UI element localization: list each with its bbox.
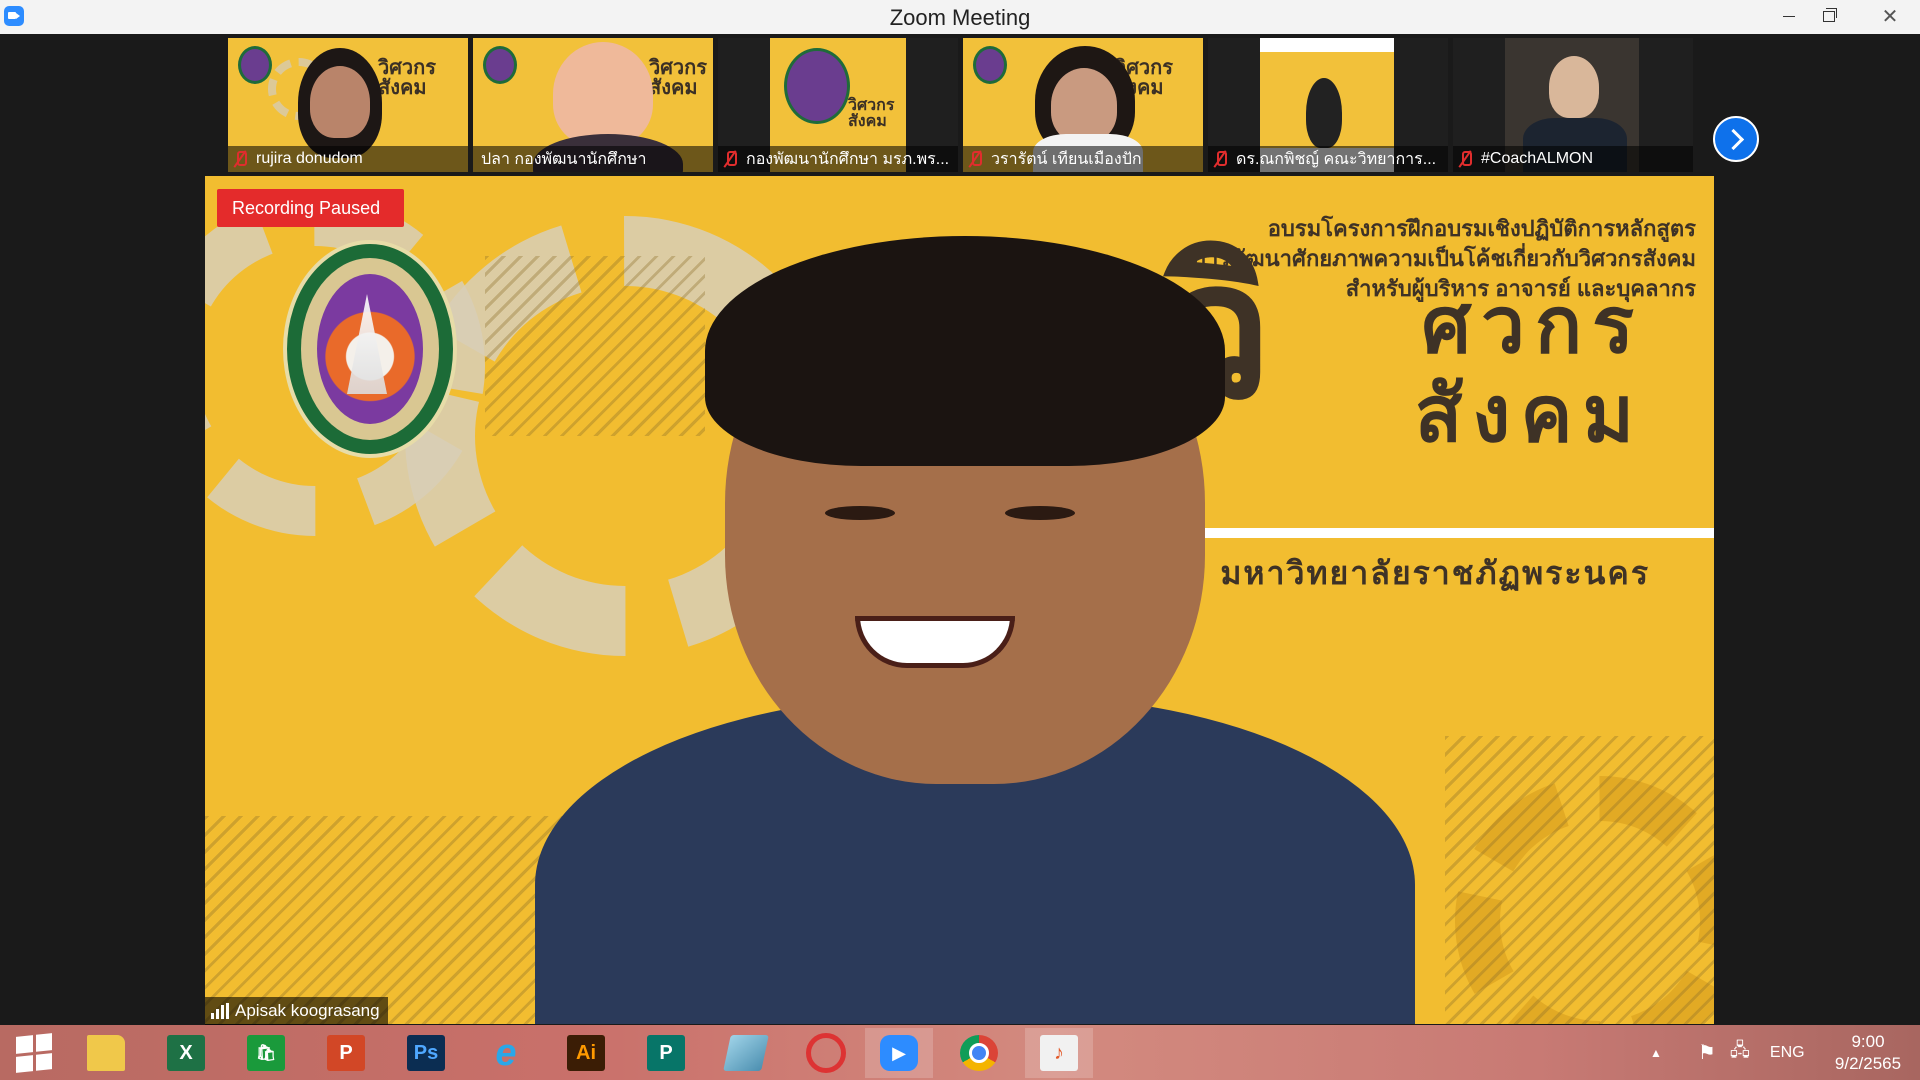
language-indicator[interactable]: ENG (1770, 1044, 1805, 1062)
participant-name: ดร.ณกพิชญ์ คณะวิทยาการ... (1236, 150, 1437, 168)
participant-namebar: กองพัฒนานักศึกษา มรภ.พร... (718, 146, 958, 172)
chrome-icon (960, 1035, 998, 1071)
publisher-icon: P (647, 1035, 685, 1071)
windows-logo-icon (16, 1033, 52, 1073)
recording-status-badge[interactable]: Recording Paused (217, 189, 404, 227)
university-logo-icon (784, 48, 850, 124)
network-icon[interactable]: 🖧 (1730, 1038, 1750, 1068)
participant-namebar: #CoachALMON (1453, 146, 1693, 172)
mic-muted-icon (1457, 150, 1473, 168)
university-logo-icon (238, 46, 272, 84)
taskbar-photoshop[interactable]: Ps (392, 1028, 460, 1078)
folder-icon (87, 1035, 125, 1071)
taskbar-powerpoint[interactable]: P (312, 1028, 380, 1078)
participant-tile[interactable]: วิศวกร สังคม ปลา กองพัฒนานักศึกษา (473, 38, 713, 172)
taskbar-file-explorer[interactable] (72, 1028, 140, 1078)
participant-namebar: ปลา กองพัฒนานักศึกษา (473, 146, 713, 172)
taskbar-photoscape[interactable] (792, 1028, 860, 1078)
show-hidden-icons-icon[interactable]: ▲ (1650, 1046, 1662, 1060)
speaker-eye (825, 506, 895, 520)
mic-muted-icon (232, 150, 248, 168)
speaker-hair (705, 236, 1225, 466)
internet-explorer-icon: e (495, 1031, 517, 1074)
participant-tile[interactable]: วิศวกร สังคม วรารัตน์ เทียนเมืองปัก (963, 38, 1203, 172)
participant-name: กองพัฒนานักศึกษา มรภ.พร... (746, 150, 950, 168)
minimize-icon (1783, 15, 1795, 17)
mic-muted-icon (1212, 150, 1228, 168)
participant-name: #CoachALMON (1481, 150, 1594, 167)
signal-strength-icon (211, 1003, 229, 1019)
participant-tile[interactable]: ดร.ณกพิชญ์ คณะวิทยาการ... (1208, 38, 1448, 172)
participant-tile[interactable]: วิศวกร สังคม กองพัฒนานักศึกษา มรภ.พร... (718, 38, 958, 172)
speaker-name: Apisak koograsang (235, 1001, 380, 1020)
windows-taskbar: X 🛍 P Ps e Ai P ▶ ♪ ▲ ⚑ 🖧 ENG 9:00 9/2/2… (0, 1025, 1920, 1080)
participant-namebar: วรารัตน์ เทียนเมืองปัก (963, 146, 1203, 172)
participant-name: rujira donudom (256, 150, 363, 167)
taskbar-photos[interactable]: ♪ (1025, 1028, 1093, 1078)
decorative-stripes (1445, 736, 1714, 1024)
powerpoint-icon: P (327, 1035, 365, 1071)
clock-date: 9/2/2565 (1834, 1054, 1902, 1073)
photoscape-icon (806, 1033, 846, 1073)
excel-icon: X (167, 1035, 205, 1071)
taskbar-zoom[interactable]: ▶ (865, 1028, 933, 1078)
participant-name: ปลา กองพัฒนานักศึกษา (481, 150, 647, 168)
brand-title: ศวกร สังคม (1415, 281, 1644, 459)
speaker-eye (1005, 506, 1075, 520)
taskbar-publisher[interactable]: P (632, 1028, 700, 1078)
brand-mark: วิศวกร สังคม (378, 57, 437, 99)
brand-line: ศวกร (1421, 281, 1644, 369)
taskbar-chrome[interactable] (945, 1028, 1013, 1078)
active-speaker-video[interactable]: อบรมโครงการฝึกอบรมเชิงปฏิบัติการหลักสูตร… (205, 176, 1714, 1024)
system-tray: ▲ ⚑ 🖧 ENG (1640, 1025, 1805, 1080)
decorative-stripes (485, 256, 705, 436)
window-title: Zoom Meeting (889, 5, 1031, 30)
taskbar-notes[interactable] (712, 1028, 780, 1078)
university-logo-icon (973, 46, 1007, 84)
speaker-name-label: Apisak koograsang (205, 997, 388, 1025)
next-page-button[interactable] (1713, 116, 1759, 162)
close-icon: ✕ (1881, 5, 1899, 28)
university-logo-icon (483, 46, 517, 84)
brand-line: สังคม (1414, 370, 1644, 458)
divider (1165, 528, 1714, 538)
taskbar-internet-explorer[interactable]: e (472, 1028, 540, 1078)
chevron-right-icon (1722, 128, 1745, 150)
participant-name: วรารัตน์ เทียนเมืองปัก (991, 150, 1142, 168)
participant-strip: วิศวกร สังคม rujira donudom วิศวกร สังคม ป… (0, 34, 1920, 174)
taskbar-clock[interactable]: 9:00 9/2/2565 (1818, 1031, 1918, 1075)
maximize-button[interactable] (1806, 0, 1852, 32)
participant-namebar: ดร.ณกพิชญ์ คณะวิทยาการ... (1208, 146, 1448, 172)
restore-icon (1823, 7, 1837, 22)
zoom-icon: ▶ (880, 1035, 918, 1071)
brand-mark: วิศวกร สังคม (848, 97, 895, 130)
taskbar-excel[interactable]: X (152, 1028, 220, 1078)
participant-namebar: rujira donudom (228, 146, 468, 172)
action-center-flag-icon[interactable]: ⚑ (1698, 1040, 1716, 1065)
photoshop-icon: Ps (407, 1035, 445, 1071)
illustrator-icon: Ai (567, 1035, 605, 1071)
university-logo (283, 240, 457, 458)
participant-tile[interactable]: วิศวกร สังคม rujira donudom (228, 38, 468, 172)
university-name: มหาวิทยาลัยราชภัฏพระนคร (1220, 555, 1650, 591)
close-button[interactable]: ✕ (1860, 0, 1920, 32)
mic-muted-icon (722, 150, 738, 168)
participant-face (1051, 68, 1117, 142)
participant-face (1549, 56, 1599, 118)
participant-tile[interactable]: #CoachALMON (1453, 38, 1693, 172)
participant-face (310, 66, 370, 138)
participant-face (553, 42, 653, 146)
photos-icon: ♪ (1040, 1035, 1078, 1071)
notes-icon (723, 1035, 769, 1071)
taskbar-illustrator[interactable]: Ai (552, 1028, 620, 1078)
window-titlebar: Zoom Meeting ✕ (0, 0, 1920, 35)
mic-muted-icon (967, 150, 983, 168)
brand-mark: วิศวกร สังคม (649, 57, 708, 99)
participant-image (1306, 78, 1342, 148)
taskbar-store[interactable]: 🛍 (232, 1028, 300, 1078)
start-button[interactable] (0, 1028, 68, 1078)
clock-time: 9:00 (1851, 1032, 1885, 1051)
store-icon: 🛍 (247, 1035, 285, 1071)
